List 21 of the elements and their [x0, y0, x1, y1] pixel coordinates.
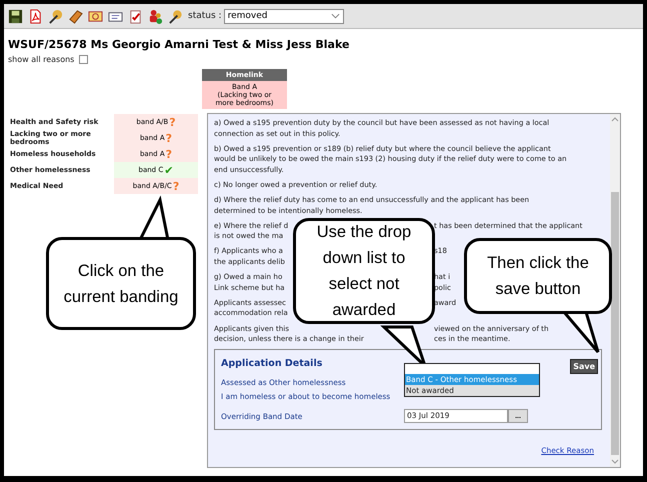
callout-bubble: Use the drop down list to select not awarded — [293, 218, 435, 324]
show-all-reasons-label: show all reasons — [8, 55, 74, 64]
section-title: Application Details — [221, 358, 322, 370]
status-dropdown[interactable]: removed — [224, 8, 344, 24]
check-mark: ✔ — [164, 164, 174, 176]
status-label: status : — [188, 11, 222, 21]
callout-bubble: Click on the current banding — [46, 237, 196, 330]
save-icon[interactable] — [8, 8, 23, 24]
question-mark: ? — [169, 116, 176, 128]
pdf-document-icon[interactable] — [28, 8, 43, 24]
chevron-down-icon[interactable] — [330, 13, 340, 19]
magic-wand-icon[interactable] — [168, 8, 183, 24]
checkbox[interactable] — [79, 55, 88, 64]
question-mark: ? — [166, 148, 172, 160]
people-icon[interactable] — [148, 8, 163, 24]
applicant-title: WSUF/25678 Ms Georgio Amarni Test & Miss Jess Blake — [8, 38, 350, 51]
question-mark: ? — [172, 180, 180, 192]
magic-wand-icon[interactable] — [48, 8, 63, 24]
question-mark: ? — [166, 132, 172, 144]
clipboard-check-icon[interactable] — [128, 8, 143, 24]
save-button[interactable]: Save — [570, 359, 598, 374]
